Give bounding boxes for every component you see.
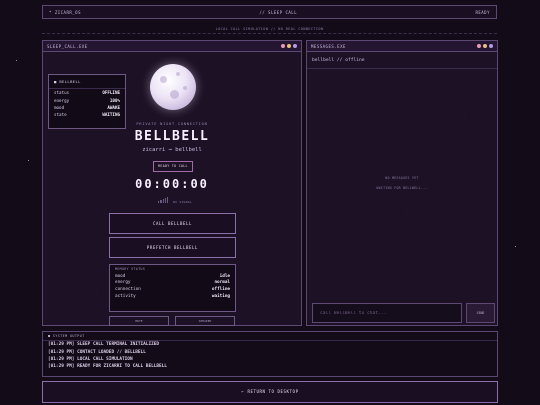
memory-row: connection offline (115, 286, 230, 292)
ready-to-call-badge: READY TO CALL (153, 161, 193, 172)
system-output-log: ■ SYSTEM OUTPUT [01:29 PM] SLEEP CALL TE… (42, 331, 498, 377)
minimize-dot[interactable] (483, 44, 487, 48)
divider (307, 68, 497, 69)
system-output-title: ■ SYSTEM OUTPUT (43, 332, 497, 341)
status-box-title: ■ BELLBELL (49, 75, 125, 89)
message-input[interactable] (312, 303, 462, 323)
os-label: * ZICARR_OS (49, 9, 81, 15)
energy-row: energy 100% (54, 97, 120, 103)
signal-bars-icon (158, 197, 169, 203)
messages-titlebar[interactable]: MESSAGES.EXE (307, 41, 497, 52)
memory-row: energy normal (115, 280, 230, 286)
memory-row: mood idle (115, 273, 230, 279)
window-controls (281, 44, 297, 48)
close-dot[interactable] (477, 44, 481, 48)
state-row: state WAITING (54, 112, 120, 118)
status-row: status OFFLINE (54, 90, 120, 96)
simulation-notice: LOCAL CALL SIMULATION // NO REAL CONNECT… (42, 24, 497, 34)
maximize-dot[interactable] (293, 44, 297, 48)
call-timer: 00:00:00 (135, 177, 209, 191)
contact-name: BELLBELL (134, 129, 210, 144)
moon-icon (150, 64, 196, 110)
sleep-call-titlebar[interactable]: SLEEP_CALL.EXE (43, 41, 301, 52)
speaker-button[interactable]: SPEAKER (175, 316, 235, 326)
minimize-dot[interactable] (287, 44, 291, 48)
close-dot[interactable] (281, 44, 285, 48)
log-line: [01:29 PM] CONTACT LOADED // BELLBELL (48, 349, 146, 355)
maximize-dot[interactable] (489, 44, 493, 48)
call-bellbell-button[interactable]: CALL BELLBELL (109, 213, 236, 234)
window-title: MESSAGES.EXE (311, 43, 346, 49)
connection-caption: PRIVATE NIGHT CONNECTION (136, 122, 208, 126)
contact-status-box: ■ BELLBELL status OFFLINE energy 100% mood… (48, 74, 126, 129)
memory-status-panel: MEMORY STATUS mood idle energy normal conn… (109, 264, 236, 312)
signal-status: NO SIGNAL (173, 200, 192, 204)
empty-state-title: NO MESSAGES YET (385, 176, 419, 180)
log-line: [01:29 PM] SLEEP CALL TERMINAL INITIALIZ… (48, 342, 160, 348)
top-bar: * ZICARR_OS // SLEEP CALL READY (42, 5, 497, 19)
log-line: [01:29 PM] LOCAL CALL SIMULATION (48, 356, 133, 362)
send-button[interactable]: SEND (466, 303, 495, 323)
ready-indicator: READY (475, 9, 490, 15)
return-to-desktop-button[interactable]: ← RETURN TO DESKTOP (42, 381, 498, 403)
window-controls (477, 44, 493, 48)
empty-state-subtitle: WAITING FOR BELLBELL... (376, 186, 428, 190)
mute-button[interactable]: MUTE (109, 316, 169, 326)
chat-contact-handle: bellbell // offline (312, 58, 365, 63)
app-title: // SLEEP CALL (259, 9, 298, 15)
sleep-call-window: SLEEP_CALL.EXE ■ BELLBELL status OFFLINE … (42, 40, 302, 326)
window-title: SLEEP_CALL.EXE (47, 43, 88, 49)
log-line: [01:29 PM] READY FOR ZICARRI TO CALL BEL… (48, 364, 167, 370)
memory-status-title: MEMORY STATUS (115, 267, 146, 271)
mood-row: mood AWAKE (54, 104, 120, 110)
messages-window: MESSAGES.EXE bellbell // offline NO MESS… (306, 40, 498, 326)
memory-row: activity waiting (115, 293, 230, 299)
prefetch-bellbell-button[interactable]: PREFETCH BELLBELL (109, 237, 236, 258)
call-route: zicarri → bellbell (142, 147, 202, 153)
